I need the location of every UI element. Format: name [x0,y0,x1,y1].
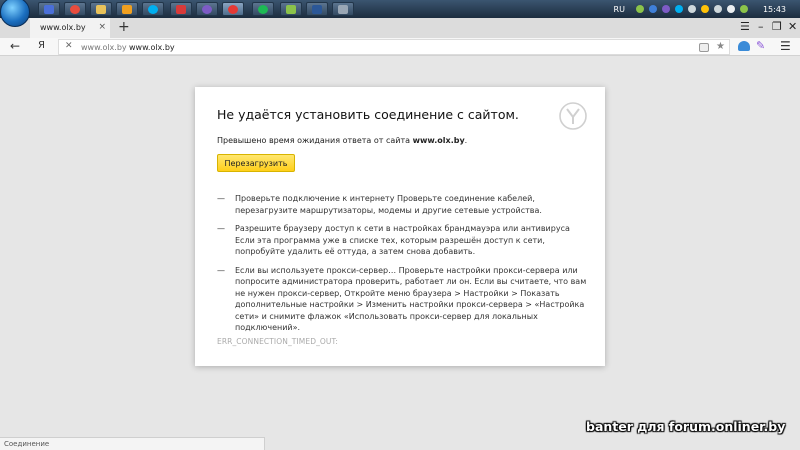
watermark: banter для forum.onliner.by [586,419,786,434]
tab-close-icon[interactable]: × [98,22,106,32]
tray-app-icon[interactable] [687,5,696,13]
system-tray: RU 15:43 [614,0,800,18]
list-item: — Проверьте подключение к интернету Прове… [217,194,542,215]
language-indicator[interactable]: RU [614,5,625,14]
error-site: www.olx.by [412,136,465,145]
yandex-logo-icon[interactable]: Я [38,40,45,51]
minimize-icon[interactable]: – [758,20,764,34]
error-title: Не удаётся установить соединение с сайто… [217,107,519,122]
tray-app-icon[interactable] [648,5,657,13]
url-host: www.olx.by [81,43,127,52]
status-bar: Соединение [0,437,265,450]
tab-olx[interactable]: www.olx.by × [30,18,110,38]
tab-title: www.olx.by [40,23,86,32]
tray-viber-icon[interactable] [661,5,670,13]
address-bar[interactable]: ✕ www.olx.by www.olx.by ★ [58,39,730,55]
browser-icon[interactable] [170,2,192,16]
error-description: Превышено время ожидания ответа от сайта… [217,136,468,145]
page-tile-icon[interactable] [699,43,709,52]
windows-taskbar: RU 15:43 [0,0,800,27]
bookmark-star-icon[interactable]: ★ [716,41,725,52]
clock[interactable]: 15:43 [763,5,786,14]
tray-battery-icon[interactable] [739,5,748,13]
browser-tab-strip: www.olx.by × + ☰ – ❐ ✕ [0,18,800,38]
error-code: ERR_CONNECTION_TIMED_OUT: [217,337,339,346]
restore-icon[interactable]: ❐ [772,20,782,34]
close-window-icon[interactable]: ✕ [788,20,797,34]
stop-icon[interactable]: ✕ [65,41,73,51]
tray-skype-icon[interactable] [674,5,683,13]
list-item: — Если вы используете прокси-сервер… Пров… [217,265,587,333]
chrome-icon[interactable] [64,2,86,16]
address-bar-row: ← Я ✕ www.olx.by www.olx.by ★ ✎ ☰ [0,38,800,56]
hamburger-menu-icon[interactable]: ☰ [740,20,750,34]
viber-icon[interactable] [196,2,218,16]
android-icon[interactable] [280,2,302,16]
url-input[interactable]: www.olx.by [129,43,175,52]
tray-app-icon[interactable] [700,5,709,13]
word-icon[interactable] [306,2,328,16]
tray-app-icon[interactable] [635,5,644,13]
new-tab-button[interactable]: + [118,20,130,34]
spotify-icon[interactable] [252,2,274,16]
folder-icon[interactable] [90,2,112,16]
list-item: — Разрешите браузеру доступ к сети в наст… [217,224,570,256]
yandex-browser-logo-icon [559,102,587,130]
error-card: Не удаётся установить соединение с сайто… [195,87,605,366]
image-viewer-icon[interactable] [332,2,354,16]
file-manager-icon[interactable] [38,2,60,16]
yandex-browser-icon[interactable] [222,2,244,16]
reload-button[interactable]: Перезагрузить [217,154,295,172]
extension-cloud-icon[interactable] [738,41,750,51]
skype-icon[interactable] [142,2,164,16]
tips-list: — Проверьте подключение к интернету Прове… [217,193,587,341]
status-text: Соединение [4,440,50,448]
media-player-icon[interactable] [116,2,138,16]
tray-volume-icon[interactable] [726,5,735,13]
extension-feather-icon[interactable]: ✎ [756,40,765,52]
tray-network-icon[interactable] [713,5,722,13]
browser-menu-icon[interactable]: ☰ [780,39,791,53]
back-arrow-icon[interactable]: ← [10,39,20,53]
